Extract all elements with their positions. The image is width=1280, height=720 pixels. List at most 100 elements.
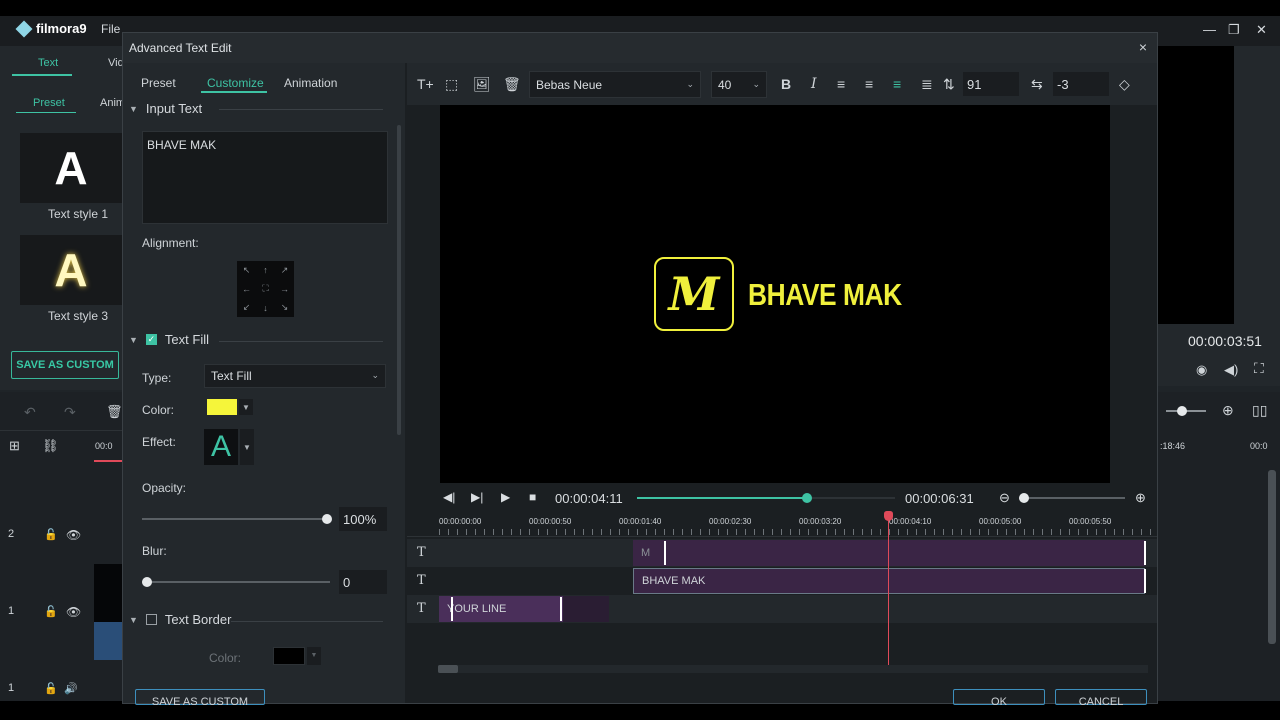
opacity-slider-knob[interactable] bbox=[322, 514, 332, 524]
align-bottom-icon[interactable]: ↓ bbox=[256, 303, 275, 313]
play-icon[interactable]: ▶| bbox=[471, 490, 483, 504]
zoom-in-icon[interactable]: ⊕ bbox=[1135, 490, 1146, 506]
opacity-input[interactable]: 100% bbox=[339, 507, 387, 531]
justify-text-icon[interactable]: ≣ bbox=[921, 76, 933, 93]
close-icon[interactable]: × bbox=[1139, 39, 1147, 55]
minimize-icon[interactable]: — bbox=[1203, 22, 1216, 37]
char-spacing-input[interactable]: -3 bbox=[1053, 72, 1109, 96]
align-right-text-icon[interactable]: ≡ bbox=[893, 76, 901, 92]
clip-trim-handle-right[interactable] bbox=[560, 597, 564, 621]
timeline-zoom-knob[interactable] bbox=[1019, 493, 1029, 503]
undo-icon[interactable]: ↶ bbox=[24, 404, 36, 421]
lock-icon[interactable]: 🔓 bbox=[44, 605, 58, 618]
align-top-left-icon[interactable]: ↖ bbox=[237, 265, 256, 276]
fill-type-select[interactable]: Text Fill ⌄ bbox=[204, 364, 386, 388]
clip-trim-handle-left[interactable] bbox=[664, 541, 668, 565]
subtab-preset[interactable]: Preset bbox=[33, 97, 65, 109]
align-center-icon[interactable]: ⛶ bbox=[256, 283, 275, 294]
add-image-icon[interactable]: 🖼 bbox=[473, 76, 491, 93]
text-fill-checkbox[interactable]: ✓ bbox=[145, 334, 157, 345]
lock-icon[interactable]: 🔓 bbox=[44, 528, 58, 541]
add-track-icon[interactable]: ⊞ bbox=[9, 438, 20, 454]
alignment-grid[interactable]: ↖ ↑ ↗ ← ⛶ → ↙ ↓ ↘ bbox=[237, 261, 294, 317]
video-clip-thumb[interactable] bbox=[94, 564, 122, 622]
eye-icon[interactable]: 👁 bbox=[66, 528, 81, 542]
italic-icon[interactable]: I bbox=[811, 76, 817, 92]
align-right-icon[interactable]: → bbox=[275, 284, 294, 294]
progress-knob[interactable] bbox=[802, 493, 813, 503]
font-select[interactable]: Bebas Neue ⌄ bbox=[529, 71, 701, 98]
opacity-slider[interactable] bbox=[142, 518, 328, 520]
timeline-vscroll[interactable] bbox=[1268, 470, 1276, 644]
playhead-line[interactable] bbox=[888, 517, 889, 667]
tab-preset[interactable]: Preset bbox=[141, 76, 176, 90]
align-bottom-right-icon[interactable]: ↘ bbox=[275, 302, 294, 313]
line-spacing-icon[interactable]: ⇅ bbox=[943, 76, 955, 93]
delete-icon[interactable]: 🗑 bbox=[503, 76, 521, 93]
chevron-down-icon[interactable]: ▼ bbox=[129, 335, 138, 345]
volume-icon[interactable]: ◀) bbox=[1224, 362, 1238, 378]
add-text-icon[interactable]: T+ bbox=[417, 76, 434, 92]
menu-file[interactable]: File bbox=[101, 22, 120, 36]
speaker-icon[interactable]: 🔊 bbox=[64, 682, 78, 695]
preview-brand-text[interactable]: BHAVE MAK bbox=[748, 277, 902, 313]
align-top-icon[interactable]: ↑ bbox=[256, 265, 275, 275]
text-style-3-thumb[interactable]: A bbox=[20, 235, 122, 305]
preview-logo-mark[interactable]: M bbox=[654, 257, 734, 331]
font-size-select[interactable]: 40 ⌄ bbox=[711, 71, 767, 98]
text-style-1-thumb[interactable]: A bbox=[20, 133, 122, 203]
delete-icon[interactable]: 🗑 bbox=[106, 404, 123, 420]
tab-customize[interactable]: Customize bbox=[207, 76, 264, 90]
text-clip-your-line[interactable]: YOUR LINE bbox=[439, 596, 563, 622]
zoom-slider-knob[interactable] bbox=[1177, 406, 1187, 416]
align-top-right-icon[interactable]: ↗ bbox=[275, 265, 294, 276]
eye-icon[interactable]: 👁 bbox=[66, 605, 81, 619]
cancel-button[interactable]: CANCEL bbox=[1055, 689, 1147, 708]
clip-trim-handle-left[interactable] bbox=[451, 597, 455, 621]
tab-text[interactable]: Text bbox=[38, 57, 58, 69]
link-icon[interactable]: ⛓ bbox=[42, 438, 59, 454]
split-view-icon[interactable]: ▯▯ bbox=[1252, 402, 1267, 419]
ok-button[interactable]: OK bbox=[953, 689, 1045, 708]
play-full-icon[interactable]: ▶ bbox=[501, 490, 510, 504]
text-clip-m[interactable]: M bbox=[633, 540, 1145, 566]
input-text-section-header[interactable]: ▼ Input Text bbox=[129, 101, 202, 116]
timeline-hscroll[interactable] bbox=[438, 665, 1148, 673]
zoom-in-icon[interactable]: ⊕ bbox=[1222, 402, 1234, 419]
clip-trim-handle-right[interactable] bbox=[1142, 569, 1146, 593]
snapshot-icon[interactable]: ◉ bbox=[1196, 362, 1207, 378]
panel-scrollbar[interactable] bbox=[397, 125, 401, 435]
blur-slider[interactable] bbox=[142, 581, 330, 583]
library-save-custom-button[interactable]: SAVE AS CUSTOM bbox=[11, 351, 119, 379]
zoom-out-icon[interactable]: ⊖ bbox=[999, 490, 1010, 506]
input-text-field[interactable]: BHAVE MAK bbox=[142, 131, 388, 224]
fullscreen-icon[interactable]: ⛶ bbox=[1254, 360, 1264, 377]
effect-preview[interactable]: A bbox=[204, 429, 238, 465]
video-clip-audio[interactable] bbox=[94, 622, 122, 660]
line-spacing-input[interactable]: 91 bbox=[963, 72, 1019, 96]
blur-input[interactable]: 0 bbox=[339, 570, 387, 594]
text-preview-canvas[interactable]: M BHAVE MAK bbox=[440, 105, 1110, 483]
text-border-checkbox[interactable] bbox=[145, 614, 157, 625]
char-spacing-icon[interactable]: ⇆ bbox=[1031, 76, 1043, 93]
color-dropdown-icon[interactable]: ▼ bbox=[239, 399, 253, 415]
timeline-zoom-slider[interactable] bbox=[1019, 497, 1125, 499]
fill-color-swatch[interactable] bbox=[207, 399, 237, 415]
border-color-swatch[interactable] bbox=[273, 647, 305, 665]
align-bottom-left-icon[interactable]: ↙ bbox=[237, 302, 256, 313]
lock-icon[interactable]: 🔓 bbox=[44, 682, 58, 695]
hscroll-thumb[interactable] bbox=[438, 665, 458, 673]
window-close-icon[interactable]: ✕ bbox=[1256, 22, 1267, 38]
align-left-icon[interactable]: ← bbox=[237, 284, 256, 294]
text-clip-bhave-mak[interactable]: BHAVE MAK bbox=[633, 568, 1145, 594]
align-left-text-icon[interactable]: ≡ bbox=[837, 76, 845, 92]
clip-trim-handle-right[interactable] bbox=[1142, 541, 1146, 565]
align-center-text-icon[interactable]: ≡ bbox=[865, 76, 873, 92]
bold-icon[interactable]: B bbox=[781, 76, 791, 92]
stop-icon[interactable]: ■ bbox=[529, 490, 536, 504]
prev-frame-icon[interactable]: ◀| bbox=[443, 490, 455, 504]
redo-icon[interactable]: ↷ bbox=[64, 404, 76, 421]
tab-animation[interactable]: Animation bbox=[284, 76, 337, 90]
border-color-dropdown-icon[interactable]: ▼ bbox=[307, 647, 321, 665]
chevron-down-icon[interactable]: ▼ bbox=[129, 615, 138, 625]
